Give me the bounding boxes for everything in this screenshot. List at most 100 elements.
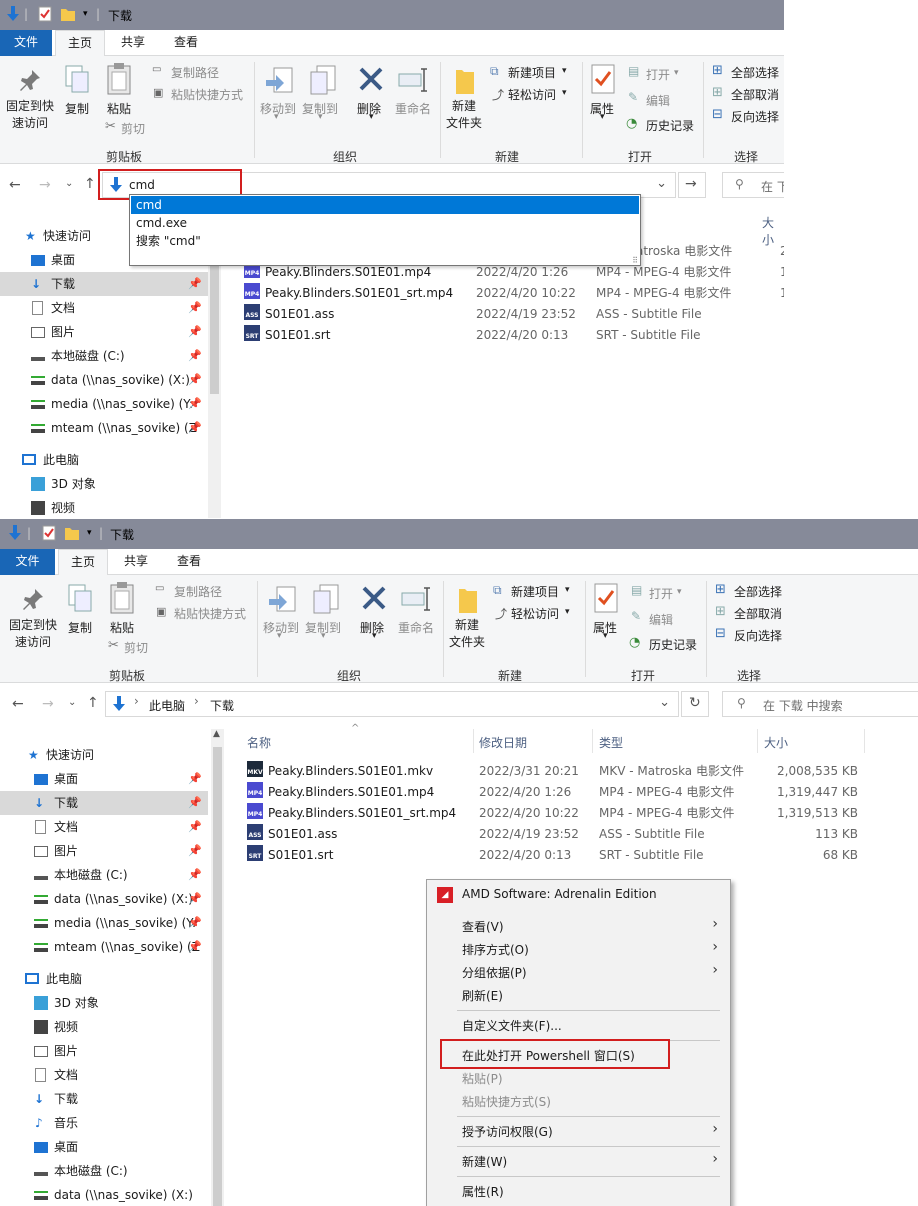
tab-view[interactable]: 查看 (164, 549, 214, 575)
tab-view[interactable]: 查看 (161, 30, 211, 56)
nav-item-pictures-pc[interactable]: 图片 (0, 1039, 208, 1063)
menu-item-customize[interactable]: 自定义文件夹(F)... (462, 1017, 562, 1034)
scrollbar-thumb[interactable] (210, 244, 219, 394)
nav-item-data-x[interactable]: data (\\nas_sovike) (X:) 📌 (0, 368, 208, 392)
history-button[interactable]: 历史记录 (646, 117, 694, 134)
copy-path-button[interactable]: 复制路径 (171, 64, 219, 81)
back-arrow-icon[interactable]: ← (12, 696, 24, 712)
copy-button[interactable]: 复制 (65, 100, 89, 117)
column-header-type[interactable]: 类型 (599, 734, 623, 751)
easy-access-button[interactable]: 轻松访问 (511, 605, 559, 622)
nav-item-pictures[interactable]: 图片 📌 (0, 839, 208, 863)
column-divider[interactable] (592, 729, 593, 753)
back-arrow-icon[interactable]: ← (9, 177, 21, 193)
nav-item-documents[interactable]: 文档 📌 (0, 296, 208, 320)
invert-selection-button[interactable]: 反向选择 (734, 627, 782, 644)
select-none-button[interactable]: 全部取消 (731, 86, 779, 103)
open-button[interactable]: 打开 (646, 66, 670, 83)
table-row[interactable]: SRT S01E01.srt 2022/4/20 0:13 SRT - Subt… (247, 845, 867, 866)
address-dropdown-icon[interactable]: ⌄ (656, 176, 667, 191)
tab-share[interactable]: 共享 (108, 30, 158, 56)
nav-item-videos[interactable]: 视频 (0, 496, 208, 518)
nav-item-media-y[interactable]: media (\\nas_sovike) (Y: 📌 (0, 392, 208, 416)
column-divider[interactable] (473, 729, 474, 753)
nav-item-music[interactable]: ♪ 音乐 (0, 1111, 208, 1135)
copy-path-button[interactable]: 复制路径 (174, 583, 222, 600)
table-row[interactable]: MP4 Peaky.Blinders.S01E01.mp4 2022/4/20 … (247, 782, 867, 803)
search-box[interactable]: ⚲ 在 下载 中搜索 (722, 691, 918, 717)
copy-button[interactable]: 复制 (68, 619, 92, 636)
download-arrow-icon[interactable] (8, 525, 22, 541)
tab-share[interactable]: 共享 (111, 549, 161, 575)
menu-item-new[interactable]: 新建(W) (462, 1153, 507, 1170)
recent-dropdown-icon[interactable]: ⌄ (65, 178, 73, 189)
invert-selection-button[interactable]: 反向选择 (731, 108, 779, 125)
tab-home[interactable]: 主页 (55, 30, 105, 57)
nav-item-local-disk-c[interactable]: 本地磁盘 (C:) 📌 (0, 863, 208, 887)
pin-quick-access-button[interactable]: 固定到快 速访问 (9, 617, 57, 651)
folder-icon[interactable] (60, 6, 76, 22)
open-button[interactable]: 打开 (649, 585, 673, 602)
new-item-button[interactable]: 新建项目 (508, 64, 556, 81)
paste-button[interactable]: 粘贴 (107, 100, 131, 117)
cut-button[interactable]: 剪切 (121, 120, 145, 137)
cut-button[interactable]: 剪切 (124, 639, 148, 656)
column-divider[interactable] (757, 729, 758, 753)
table-row[interactable]: MP4 Peaky.Blinders.S01E01_srt.mp4 2022/4… (247, 803, 867, 824)
rename-button[interactable]: 重命名 (395, 100, 431, 117)
nav-item-mteam-z[interactable]: mteam (\\nas_sovike) (Z 📌 (0, 416, 208, 440)
properties-check-icon[interactable] (42, 525, 56, 541)
new-folder-button[interactable]: 新建 文件夹 (449, 617, 485, 651)
nav-item-local-disk-c-pc[interactable]: 本地磁盘 (C:) (0, 1159, 208, 1183)
easy-access-button[interactable]: 轻松访问 (508, 86, 556, 103)
breadcrumb-downloads[interactable]: 下载 (210, 697, 234, 714)
breadcrumb-chevron-icon[interactable]: › (134, 694, 139, 708)
menu-item-sort[interactable]: 排序方式(O) (462, 941, 529, 958)
tab-file[interactable]: 文件 (0, 30, 52, 56)
nav-item-desktop-pc[interactable]: 桌面 (0, 1135, 208, 1159)
nav-scrollbar[interactable] (208, 224, 221, 518)
edit-button[interactable]: 编辑 (646, 92, 670, 109)
scroll-up-icon[interactable]: ▲ (213, 729, 220, 739)
autocomplete-item[interactable]: cmd (131, 196, 639, 214)
nav-item-3d-objects[interactable]: 3D 对象 (0, 472, 208, 496)
up-arrow-icon[interactable]: ↑ (84, 176, 96, 192)
nav-this-pc[interactable]: 此电脑 (0, 448, 208, 472)
table-row[interactable]: MKV Peaky.Blinders.S01E01.mkv 2022/3/31 … (247, 761, 867, 782)
search-box[interactable]: ⚲ 在 下 (722, 172, 784, 198)
nav-scrollbar[interactable]: ▲ (211, 729, 224, 1206)
menu-item-amd[interactable]: ◢ AMD Software: Adrenalin Edition (427, 880, 729, 908)
menu-item-grant-access[interactable]: 授予访问权限(G) (462, 1123, 553, 1140)
menu-item-properties[interactable]: 属性(R) (462, 1183, 504, 1200)
recent-dropdown-icon[interactable]: ⌄ (68, 697, 76, 708)
nav-item-data-x[interactable]: data (\\nas_sovike) (X:) 📌 (0, 887, 208, 911)
nav-item-local-disk-c[interactable]: 本地磁盘 (C:) 📌 (0, 344, 208, 368)
up-arrow-icon[interactable]: ↑ (87, 695, 99, 711)
forward-arrow-icon[interactable]: → (42, 696, 54, 712)
nav-item-mteam-z[interactable]: mteam (\\nas_sovike) (Z 📌 (0, 935, 208, 959)
select-all-button[interactable]: 全部选择 (734, 583, 782, 600)
breadcrumb-this-pc[interactable]: 此电脑 (149, 697, 185, 714)
column-header-name[interactable]: 名称 (247, 734, 271, 751)
table-row[interactable]: MP4 Peaky.Blinders.S01E01_srt.mp4 2022/4… (244, 283, 784, 304)
table-row[interactable]: SRT S01E01.srt 2022/4/20 0:13 SRT - Subt… (244, 325, 784, 346)
table-row[interactable]: ASS S01E01.ass 2022/4/19 23:52 ASS - Sub… (247, 824, 867, 845)
paste-shortcut-button[interactable]: 粘贴快捷方式 (171, 86, 243, 103)
autocomplete-item[interactable]: 搜索 "cmd" (131, 232, 639, 250)
select-all-button[interactable]: 全部选择 (731, 64, 779, 81)
refresh-button[interactable]: ↻ (681, 691, 709, 717)
nav-item-downloads-pc[interactable]: ↓ 下载 (0, 1087, 208, 1111)
tab-file[interactable]: 文件 (0, 549, 55, 575)
go-button[interactable]: → (678, 172, 706, 198)
nav-item-videos[interactable]: 视频 (0, 1015, 208, 1039)
menu-item-view[interactable]: 查看(V) (462, 918, 504, 935)
nav-item-media-y[interactable]: media (\\nas_sovike) (Y: 📌 (0, 911, 208, 935)
nav-item-data-x-pc[interactable]: data (\\nas_sovike) (X:) (0, 1183, 208, 1206)
qa-dropdown-icon[interactable]: ▾ (87, 528, 92, 538)
column-header-date[interactable]: 修改日期 (479, 734, 527, 751)
download-arrow-icon[interactable] (6, 6, 20, 22)
properties-check-icon[interactable] (38, 6, 52, 22)
nav-item-downloads[interactable]: ↓ 下载 📌 (0, 791, 208, 815)
nav-item-pictures[interactable]: 图片 📌 (0, 320, 208, 344)
forward-arrow-icon[interactable]: → (39, 177, 51, 193)
